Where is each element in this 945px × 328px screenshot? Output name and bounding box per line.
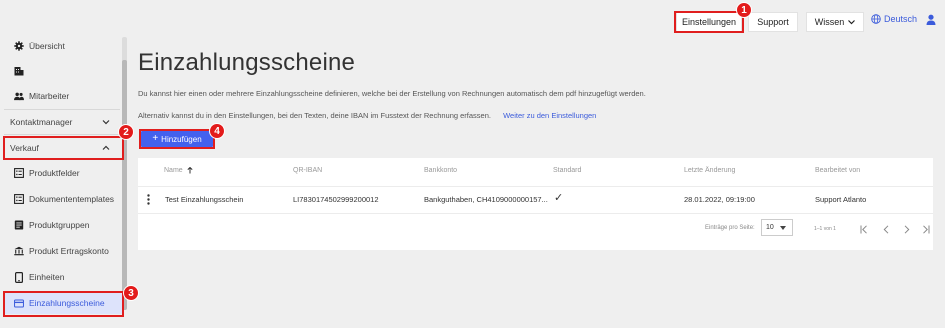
language-label: Deutsch xyxy=(884,14,918,24)
sidebar-item-employees[interactable]: Mitarbeiter xyxy=(0,85,122,107)
user-icon[interactable] xyxy=(926,14,936,26)
sidebar-item-productgroups[interactable]: Produktgruppen xyxy=(0,214,122,236)
first-page-icon[interactable] xyxy=(860,225,868,234)
checkmark-icon: ✓ xyxy=(554,192,564,204)
list-box-icon xyxy=(14,168,24,178)
row-divider xyxy=(138,213,933,214)
description-text: Du kannst hier einen oder mehrere Einzah… xyxy=(138,89,646,98)
more-vertical-icon[interactable] xyxy=(147,194,150,205)
column-header-lastchange[interactable]: Letzte Änderung xyxy=(684,167,735,174)
people-icon xyxy=(14,91,24,101)
step-badge-1: 1 xyxy=(736,2,752,18)
sidebar-scrollbar-thumb[interactable] xyxy=(122,60,127,310)
highlight-add xyxy=(139,129,215,149)
knowledge-label: Wissen xyxy=(814,17,845,27)
settings-link[interactable]: Weiter zu den Einstellungen xyxy=(503,111,596,120)
support-label: Support xyxy=(757,17,789,27)
row-divider xyxy=(138,186,933,187)
sidebar-item-label: Produkt Ertragskonto xyxy=(29,246,109,256)
last-page-icon[interactable] xyxy=(922,225,930,234)
sidebar-item-label: Mitarbeiter xyxy=(29,91,70,101)
bank-icon xyxy=(14,246,24,256)
sidebar-item-overview[interactable]: Übersicht xyxy=(0,35,122,57)
sidebar: Übersicht Mitarbeiter Kontaktmanager Ver… xyxy=(0,30,122,328)
language-selector[interactable]: Deutsch xyxy=(871,14,917,24)
description-text-2-body: Alternativ kannst du in den Einstellunge… xyxy=(138,111,491,120)
sidebar-item-units[interactable]: Einheiten xyxy=(0,266,122,288)
sidebar-item-label: Kontaktmanager xyxy=(10,117,73,127)
cell-lastchange: 28.01.2022, 09:19:00 xyxy=(684,195,755,204)
sidebar-item-label: Dokumententemplates xyxy=(29,194,115,204)
sidebar-item-contactmanager[interactable]: Kontaktmanager xyxy=(0,111,122,133)
highlight-settings xyxy=(674,11,744,33)
sidebar-item-company[interactable] xyxy=(0,60,122,82)
description-text-2: Alternativ kannst du in den Einstellunge… xyxy=(138,111,596,120)
globe-icon xyxy=(871,14,881,24)
column-header-qriban[interactable]: QR-IBAN xyxy=(293,167,322,174)
knowledge-dropdown[interactable]: Wissen xyxy=(806,12,864,32)
previous-page-icon[interactable] xyxy=(883,225,889,234)
sidebar-item-label: Produktgruppen xyxy=(29,220,90,230)
column-header-editedby[interactable]: Bearbeitet von xyxy=(815,167,860,174)
step-badge-3: 3 xyxy=(123,285,139,301)
pagination-range: 1–1 von 1 xyxy=(814,226,836,232)
top-bar: Einstellungen Support Wissen Deutsch xyxy=(0,0,945,38)
sidebar-item-productfields[interactable]: Produktfelder xyxy=(0,162,122,184)
rows-per-page-value: 10 xyxy=(766,224,774,231)
gear-icon xyxy=(14,41,24,51)
rows-per-page-label: Einträge pro Seite: xyxy=(705,225,755,231)
sidebar-item-documenttemplates[interactable]: Dokumententemplates xyxy=(0,188,122,210)
column-header-label: Name xyxy=(164,167,183,174)
chevron-down-icon xyxy=(848,19,856,24)
cell-editedby: Support Atlanto xyxy=(815,195,867,204)
document-icon xyxy=(14,220,24,230)
rows-per-page-select[interactable]: 10 xyxy=(761,219,793,236)
step-badge-4: 4 xyxy=(209,123,225,139)
phone-icon xyxy=(14,271,24,283)
column-header-bankaccount[interactable]: Bankkonto xyxy=(424,167,457,174)
column-header-name[interactable]: Name xyxy=(164,167,193,174)
sidebar-item-revenueaccount[interactable]: Produkt Ertragskonto xyxy=(0,240,122,262)
sidebar-item-label: Einheiten xyxy=(29,272,65,282)
sidebar-item-label: Übersicht xyxy=(29,41,65,51)
table-card: Name QR-IBAN Bankkonto Standard Letzte Ä… xyxy=(138,158,933,250)
step-badge-2: 2 xyxy=(118,124,134,140)
sidebar-divider xyxy=(4,109,120,110)
sidebar-divider xyxy=(4,134,120,135)
cell-name: Test Einzahlungsschein xyxy=(165,195,244,204)
chevron-down-icon xyxy=(102,120,110,125)
caret-down-icon xyxy=(779,225,786,230)
sort-arrow-up-icon xyxy=(187,167,193,174)
next-page-icon[interactable] xyxy=(904,225,910,234)
page-title: Einzahlungsscheine xyxy=(138,49,356,76)
highlight-paymentslips xyxy=(3,291,124,317)
column-header-standard[interactable]: Standard xyxy=(553,167,581,174)
cell-qriban: LI7830174502999200012 xyxy=(293,195,379,204)
support-button[interactable]: Support xyxy=(748,12,798,32)
highlight-sales xyxy=(3,136,124,160)
list-box-icon xyxy=(14,194,24,204)
sidebar-item-label: Produktfelder xyxy=(29,168,80,178)
building-icon xyxy=(14,66,24,76)
cell-bankaccount: Bankguthaben, CH4109000000157... xyxy=(424,195,548,204)
